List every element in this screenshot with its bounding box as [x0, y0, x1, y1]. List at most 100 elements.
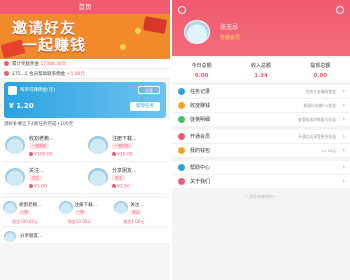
stat-withdraw: 提现总额 0.00 — [291, 58, 350, 82]
avatar[interactable] — [184, 20, 210, 44]
wallet-icon — [8, 86, 17, 95]
chevron-right-icon: › — [342, 101, 345, 109]
task-card[interactable]: 收割老赖... 一般商家 ¥100.00 — [3, 132, 84, 162]
menu-group-help: 帮助中心 › 关于我们 › — [172, 161, 350, 189]
menu-group-account: 开通会员 开通会员享受更多权益 › 我的钱包 11.34元 › — [172, 130, 350, 158]
whale-avatar-icon — [4, 231, 16, 242]
task-name: 收割老赖... — [19, 203, 42, 208]
stat-today: 今日总额 0.00 — [172, 58, 231, 82]
vip-icon — [178, 133, 185, 140]
task-price-value: ¥1.00 — [34, 184, 47, 190]
chevron-right-icon: › — [342, 132, 345, 140]
earnings-stats: 今日总额 0.00 收入总额 1.34 提现总额 0.00 — [172, 58, 350, 82]
task-price: 佣金100.00元 — [12, 219, 38, 224]
user-name: 张无忌 — [220, 24, 239, 31]
notice-icon — [4, 61, 9, 66]
menu-item-help[interactable]: 帮助中心 › — [172, 161, 350, 175]
task-price-value: ¥10.00 — [117, 152, 133, 158]
task-card[interactable]: 分享朋友... — [0, 229, 170, 243]
menu-hint: 开通会员享受更多权益 — [298, 133, 336, 139]
menu-item-invite[interactable]: 收徒赚钱 邀请好友赚5%佣金 › — [172, 99, 350, 113]
whale-avatar-icon — [88, 136, 108, 154]
withdraw-task-button[interactable]: 提现任务 — [130, 102, 160, 111]
coin-icon — [120, 44, 126, 50]
help-icon — [178, 164, 185, 171]
task-record-icon — [178, 88, 185, 95]
task-price: ¥10.00 — [112, 152, 133, 158]
menu-label: 我的钱包 — [190, 148, 211, 154]
stat-value: 1.34 — [254, 73, 268, 79]
menu-item-wallet[interactable]: 我的钱包 11.34元 › — [172, 144, 350, 158]
task-tag: 一般商家 — [29, 143, 49, 149]
task-card[interactable]: 分享朋友... 关注 ¥1.50 — [86, 164, 167, 194]
task-grid: 收割老赖... 一般商家 ¥100.00 注册下载... 一般任务 ¥10.00… — [0, 130, 170, 196]
coin-icon — [29, 152, 33, 156]
invite-icon — [178, 102, 185, 109]
message-icon[interactable] — [178, 6, 186, 14]
stat-label: 今日总额 — [191, 63, 212, 69]
banner-line-1: 邀请好友 — [12, 19, 77, 37]
menu-label: 帮助中心 — [190, 165, 211, 171]
menu-item-task-records[interactable]: 任务记录 完成任务赚取佣金 › — [172, 85, 350, 99]
task-price: ¥100.00 — [29, 152, 53, 158]
page-title: 首页 — [0, 0, 170, 14]
menu-label: 关于我们 — [190, 179, 211, 185]
task-name: 关注... — [29, 168, 44, 174]
task-price: ¥1.50 — [112, 184, 130, 190]
invite-banner[interactable]: 邀请好友 一起赚钱 — [0, 14, 170, 59]
menu-hint: 11.34元 — [321, 147, 336, 153]
task-card[interactable]: 关注... 关注 ¥1.00 — [3, 164, 84, 194]
whale-avatar-icon — [58, 201, 73, 214]
settings-icon[interactable] — [336, 6, 344, 14]
task-tag: 一般 — [74, 210, 86, 215]
chevron-right-icon: › — [342, 177, 345, 185]
task-tag: 关注 — [29, 175, 42, 181]
menu-label: 任务记录 — [190, 89, 211, 95]
task-card[interactable]: 注册下载... 一般任务 ¥10.00 — [86, 132, 167, 162]
apprentice-icon — [178, 116, 185, 123]
task-price-value: ¥100.00 — [34, 152, 53, 158]
task-tag: 关注 — [112, 175, 125, 181]
task-name: 注册下载... — [112, 136, 137, 142]
user-level: 普通会员 — [220, 35, 241, 41]
task-price: 佣金10.00元 — [67, 219, 92, 224]
task-grid-compact: 收割老赖... 一般 佣金100.00元 注册下载... 一般 佣金10.00元… — [0, 198, 170, 228]
profile-screen: 张无忌 普通会员 今日总额 0.00 收入总额 1.34 提现总额 0.00 任… — [172, 0, 350, 280]
task-price-value: ¥1.50 — [117, 184, 130, 190]
share-button[interactable]: 分享 — [138, 86, 160, 94]
info-icon — [178, 178, 185, 185]
menu-item-vip[interactable]: 开通会员 开通会员享受更多权益 › — [172, 130, 350, 144]
wallet-amount: ¥ 1.20 — [9, 102, 34, 110]
stat-label: 收入总额 — [250, 63, 271, 69]
task-name: 注册下载... — [74, 203, 97, 208]
task-card[interactable]: 注册下载... 一般 佣金10.00元 — [57, 199, 113, 227]
task-price: ¥1.00 — [29, 184, 47, 190]
menu-group-tasks: 任务记录 完成任务赚取佣金 › 收徒赚钱 邀请好友赚5%佣金 › 徒弟明细 查看… — [172, 85, 350, 127]
menu-item-apprentice[interactable]: 徒弟明细 查看徒弟的数量与收益 › — [172, 113, 350, 127]
banner-headline: 邀请好友 一起赚钱 — [12, 20, 86, 54]
stat-income: 收入总额 1.34 — [231, 58, 290, 82]
red-envelope-icon — [142, 16, 168, 34]
list-end-note: —我是有底线的— — [245, 194, 277, 199]
whale-avatar-icon — [3, 201, 17, 214]
notice-text: 175...5 会员帮助联系佣金 — [12, 71, 66, 77]
menu-label: 收徒赚钱 — [190, 103, 211, 109]
notice-recent: 175...5 会员帮助联系佣金 +5.00元 — [0, 69, 170, 79]
task-card[interactable]: 收割老赖... 一般 佣金100.00元 — [2, 199, 57, 227]
task-card[interactable]: 关注... 关注 佣金1.00元 — [113, 199, 168, 227]
whale-avatar-icon — [88, 168, 108, 186]
stat-label: 提现总额 — [310, 63, 331, 69]
notice-total: 累计奖励奖金 17388.38元 — [0, 59, 170, 69]
menu-item-about[interactable]: 关于我们 › — [172, 175, 350, 189]
notice-value: 17388.38元 — [40, 61, 67, 67]
chevron-right-icon: › — [342, 87, 345, 95]
menu-label: 开通会员 — [190, 134, 211, 140]
whale-avatar-icon — [5, 168, 25, 186]
task-tag: 关注 — [130, 210, 142, 215]
task-tag: 一般任务 — [112, 143, 132, 149]
profile-header: 张无忌 普通会员 — [172, 0, 350, 56]
coin-icon — [29, 184, 33, 188]
whale-avatar-icon — [5, 136, 25, 154]
menu-hint: 邀请好友赚5%佣金 — [303, 102, 336, 108]
chevron-right-icon: › — [342, 163, 345, 171]
